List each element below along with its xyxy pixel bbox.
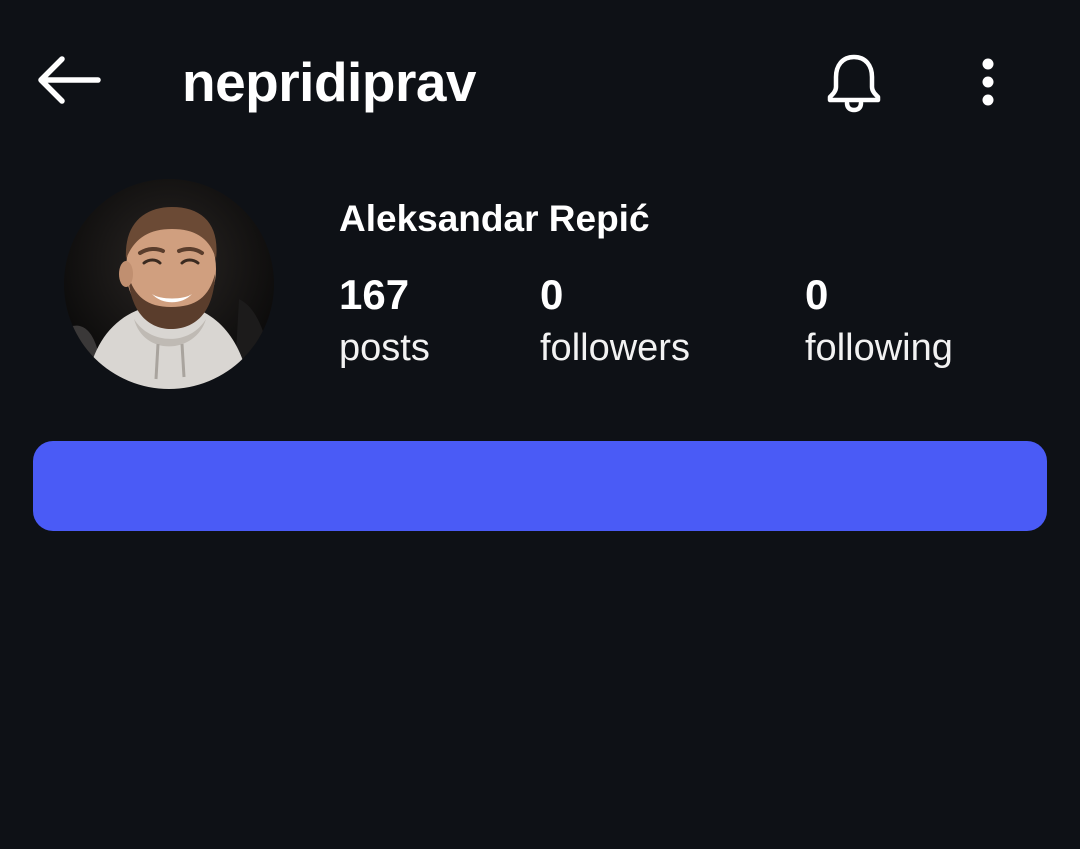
followers-count: 0 — [540, 271, 564, 318]
following-count: 0 — [805, 271, 829, 318]
arrow-left-icon — [38, 56, 101, 104]
profile-display-name: Aleksandar Repić — [339, 198, 650, 239]
primary-action-button[interactable] — [33, 441, 1047, 531]
top-bar: nepridiprav — [0, 0, 1080, 160]
more-options-button[interactable] — [962, 46, 1014, 118]
bell-icon — [827, 54, 881, 113]
posts-count: 167 — [339, 271, 410, 318]
following-stat[interactable]: 0 following — [805, 270, 953, 376]
followers-stat[interactable]: 0 followers — [540, 270, 690, 376]
notifications-button[interactable] — [818, 46, 890, 118]
profile-screen: nepridiprav Aleksandar Repić 167 posts 0… — [0, 0, 1080, 849]
posts-stat[interactable]: 167 posts — [339, 270, 430, 376]
following-label: following — [805, 327, 953, 369]
profile-photo — [64, 179, 274, 389]
posts-label: posts — [339, 327, 430, 369]
followers-label: followers — [540, 327, 690, 369]
back-button[interactable] — [30, 48, 106, 112]
avatar[interactable] — [64, 179, 274, 389]
more-vertical-icon — [982, 58, 994, 106]
profile-username: nepridiprav — [182, 51, 477, 113]
